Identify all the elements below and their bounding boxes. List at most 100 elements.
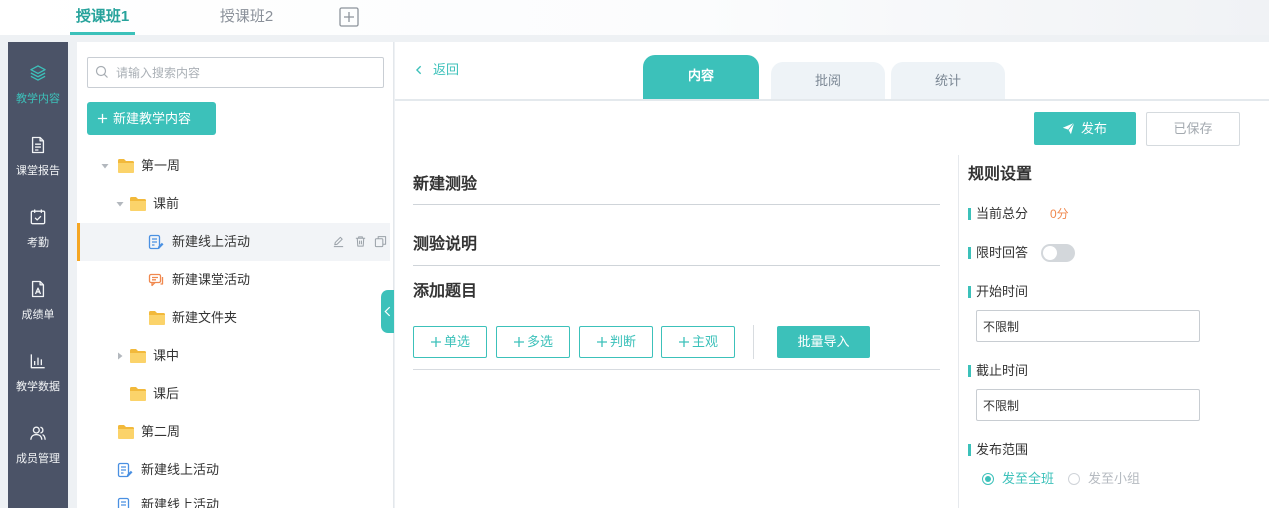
total-score-value: 0分 <box>1050 207 1069 221</box>
tree-node-label: 新建课堂活动 <box>172 272 251 287</box>
sidebar-item-label: 教学内容 <box>16 93 60 105</box>
quiz-title[interactable]: 新建测验 <box>413 175 477 195</box>
rule-marker <box>968 444 971 456</box>
add-multiple-choice-button[interactable]: 多选 <box>496 326 570 358</box>
scope-radio-whole-class[interactable] <box>982 473 994 485</box>
delete-icon[interactable] <box>354 235 367 248</box>
quiz-description[interactable]: 测验说明 <box>413 235 477 255</box>
sidebar-item-label: 成绩单 <box>21 309 55 321</box>
time-limit-toggle[interactable] <box>1041 244 1075 262</box>
folder-icon <box>117 424 135 440</box>
divider <box>753 325 754 359</box>
caret-down-icon[interactable] <box>100 161 110 171</box>
time-limit-label: 限时回答 <box>976 245 1029 260</box>
caret-right-icon[interactable] <box>115 351 125 361</box>
batch-import-button[interactable]: 批量导入 <box>777 326 870 358</box>
add-single-choice-button[interactable]: 单选 <box>413 326 487 358</box>
publish-button[interactable]: 发布 <box>1034 112 1136 145</box>
report-icon <box>28 135 48 155</box>
copy-icon[interactable] <box>374 235 387 248</box>
tree-node-folder[interactable]: 课前 <box>77 185 390 223</box>
add-class-tab-button[interactable] <box>339 7 359 27</box>
grade-sheet-icon <box>28 279 48 299</box>
tree-node-online-activity[interactable]: 新建线上活动 <box>77 223 390 261</box>
search-input[interactable] <box>116 58 376 87</box>
folder-icon <box>129 348 147 364</box>
tree-node-folder[interactable]: 课中 <box>77 337 390 375</box>
tab-divider <box>395 99 1269 101</box>
tree-node-online-activity[interactable]: 新建线上活动 <box>77 451 390 489</box>
tree-node-class-activity[interactable]: 新建课堂活动 <box>77 261 390 299</box>
rules-divider <box>958 155 959 508</box>
class-tab-2[interactable]: 授课班2 <box>206 0 287 35</box>
content-tree-panel: 新建教学内容 第一周 课前 新建线上活动 <box>77 42 394 508</box>
tree-node-label: 新建文件夹 <box>172 310 238 325</box>
tab-content[interactable]: 内容 <box>643 55 759 99</box>
tree-node-label: 课中 <box>153 348 180 363</box>
back-label: 返回 <box>433 62 460 77</box>
sidebar-item-label: 考勤 <box>27 237 49 249</box>
question-type-label: 单选 <box>443 334 470 349</box>
tab-review[interactable]: 批阅 <box>771 62 885 99</box>
divider <box>413 204 940 205</box>
collapse-tree-handle[interactable] <box>381 290 394 333</box>
folder-icon <box>148 310 166 326</box>
scope-radio-group[interactable] <box>1068 473 1080 485</box>
question-type-label: 主观 <box>691 334 718 349</box>
sidebar-item-members[interactable]: 成员管理 <box>8 415 68 475</box>
edit-icon[interactable] <box>332 235 345 248</box>
online-activity-icon <box>117 497 133 508</box>
online-activity-icon <box>117 462 133 478</box>
start-time-field[interactable] <box>976 310 1200 342</box>
saved-label: 已保存 <box>1173 121 1213 136</box>
rule-marker <box>968 208 971 220</box>
radio-dot <box>985 476 991 482</box>
tree-node-folder[interactable]: 第二周 <box>77 413 390 451</box>
class-activity-icon <box>148 272 164 288</box>
tree-node-online-activity[interactable]: 新建线上活动 <box>77 489 390 508</box>
class-tab-1[interactable]: 授课班1 <box>70 0 135 35</box>
folder-icon <box>117 158 135 174</box>
class-tab-label: 授课班1 <box>75 8 130 25</box>
sidebar-item-label: 教学数据 <box>16 381 60 393</box>
folder-icon <box>129 196 147 212</box>
sidebar-item-grade-sheet[interactable]: 成绩单 <box>8 271 68 331</box>
folder-icon <box>129 386 147 402</box>
rule-marker <box>968 247 971 259</box>
end-time-label: 截止时间 <box>976 363 1029 378</box>
tree-search <box>87 57 384 88</box>
layers-icon <box>28 63 48 83</box>
scope-option-group[interactable]: 发至小组 <box>1088 471 1140 487</box>
tree-node-label: 第一周 <box>141 158 181 173</box>
add-subjective-button[interactable]: 主观 <box>661 326 735 358</box>
batch-import-label: 批量导入 <box>797 334 850 349</box>
tab-label: 统计 <box>934 73 961 88</box>
chevron-left-icon <box>384 306 391 317</box>
tree-node-label: 新建线上活动 <box>172 234 251 249</box>
question-type-label: 多选 <box>526 334 553 349</box>
sidebar-item-label: 课堂报告 <box>16 165 60 177</box>
sidebar-item-teaching-data[interactable]: 教学数据 <box>8 343 68 403</box>
new-teaching-content-button[interactable]: 新建教学内容 <box>87 102 216 135</box>
plus-icon <box>97 113 108 124</box>
tab-statistics[interactable]: 统计 <box>891 62 1005 99</box>
start-time-label: 开始时间 <box>976 284 1029 299</box>
rule-marker <box>968 365 971 377</box>
saved-button[interactable]: 已保存 <box>1146 112 1240 146</box>
plus-icon <box>678 337 689 347</box>
tree-node-label: 新建线上活动 <box>141 462 220 477</box>
end-time-field[interactable] <box>976 389 1200 421</box>
sidebar-item-teaching-content[interactable]: 教学内容 <box>8 55 68 115</box>
add-true-false-button[interactable]: 判断 <box>579 326 653 358</box>
tree-node-label: 课后 <box>153 386 180 401</box>
scope-option-whole-class[interactable]: 发至全班 <box>1002 471 1054 487</box>
sidebar-item-class-report[interactable]: 课堂报告 <box>8 127 68 187</box>
caret-down-icon[interactable] <box>115 199 125 209</box>
tree-node-folder[interactable]: 课后 <box>77 375 390 413</box>
publish-scope-label: 发布范围 <box>976 442 1029 457</box>
plus-icon <box>596 337 607 347</box>
sidebar-item-attendance[interactable]: 考勤 <box>8 199 68 259</box>
rule-marker <box>968 286 971 298</box>
tree-node-folder[interactable]: 第一周 <box>77 147 390 185</box>
tree-node-folder[interactable]: 新建文件夹 <box>77 299 390 337</box>
